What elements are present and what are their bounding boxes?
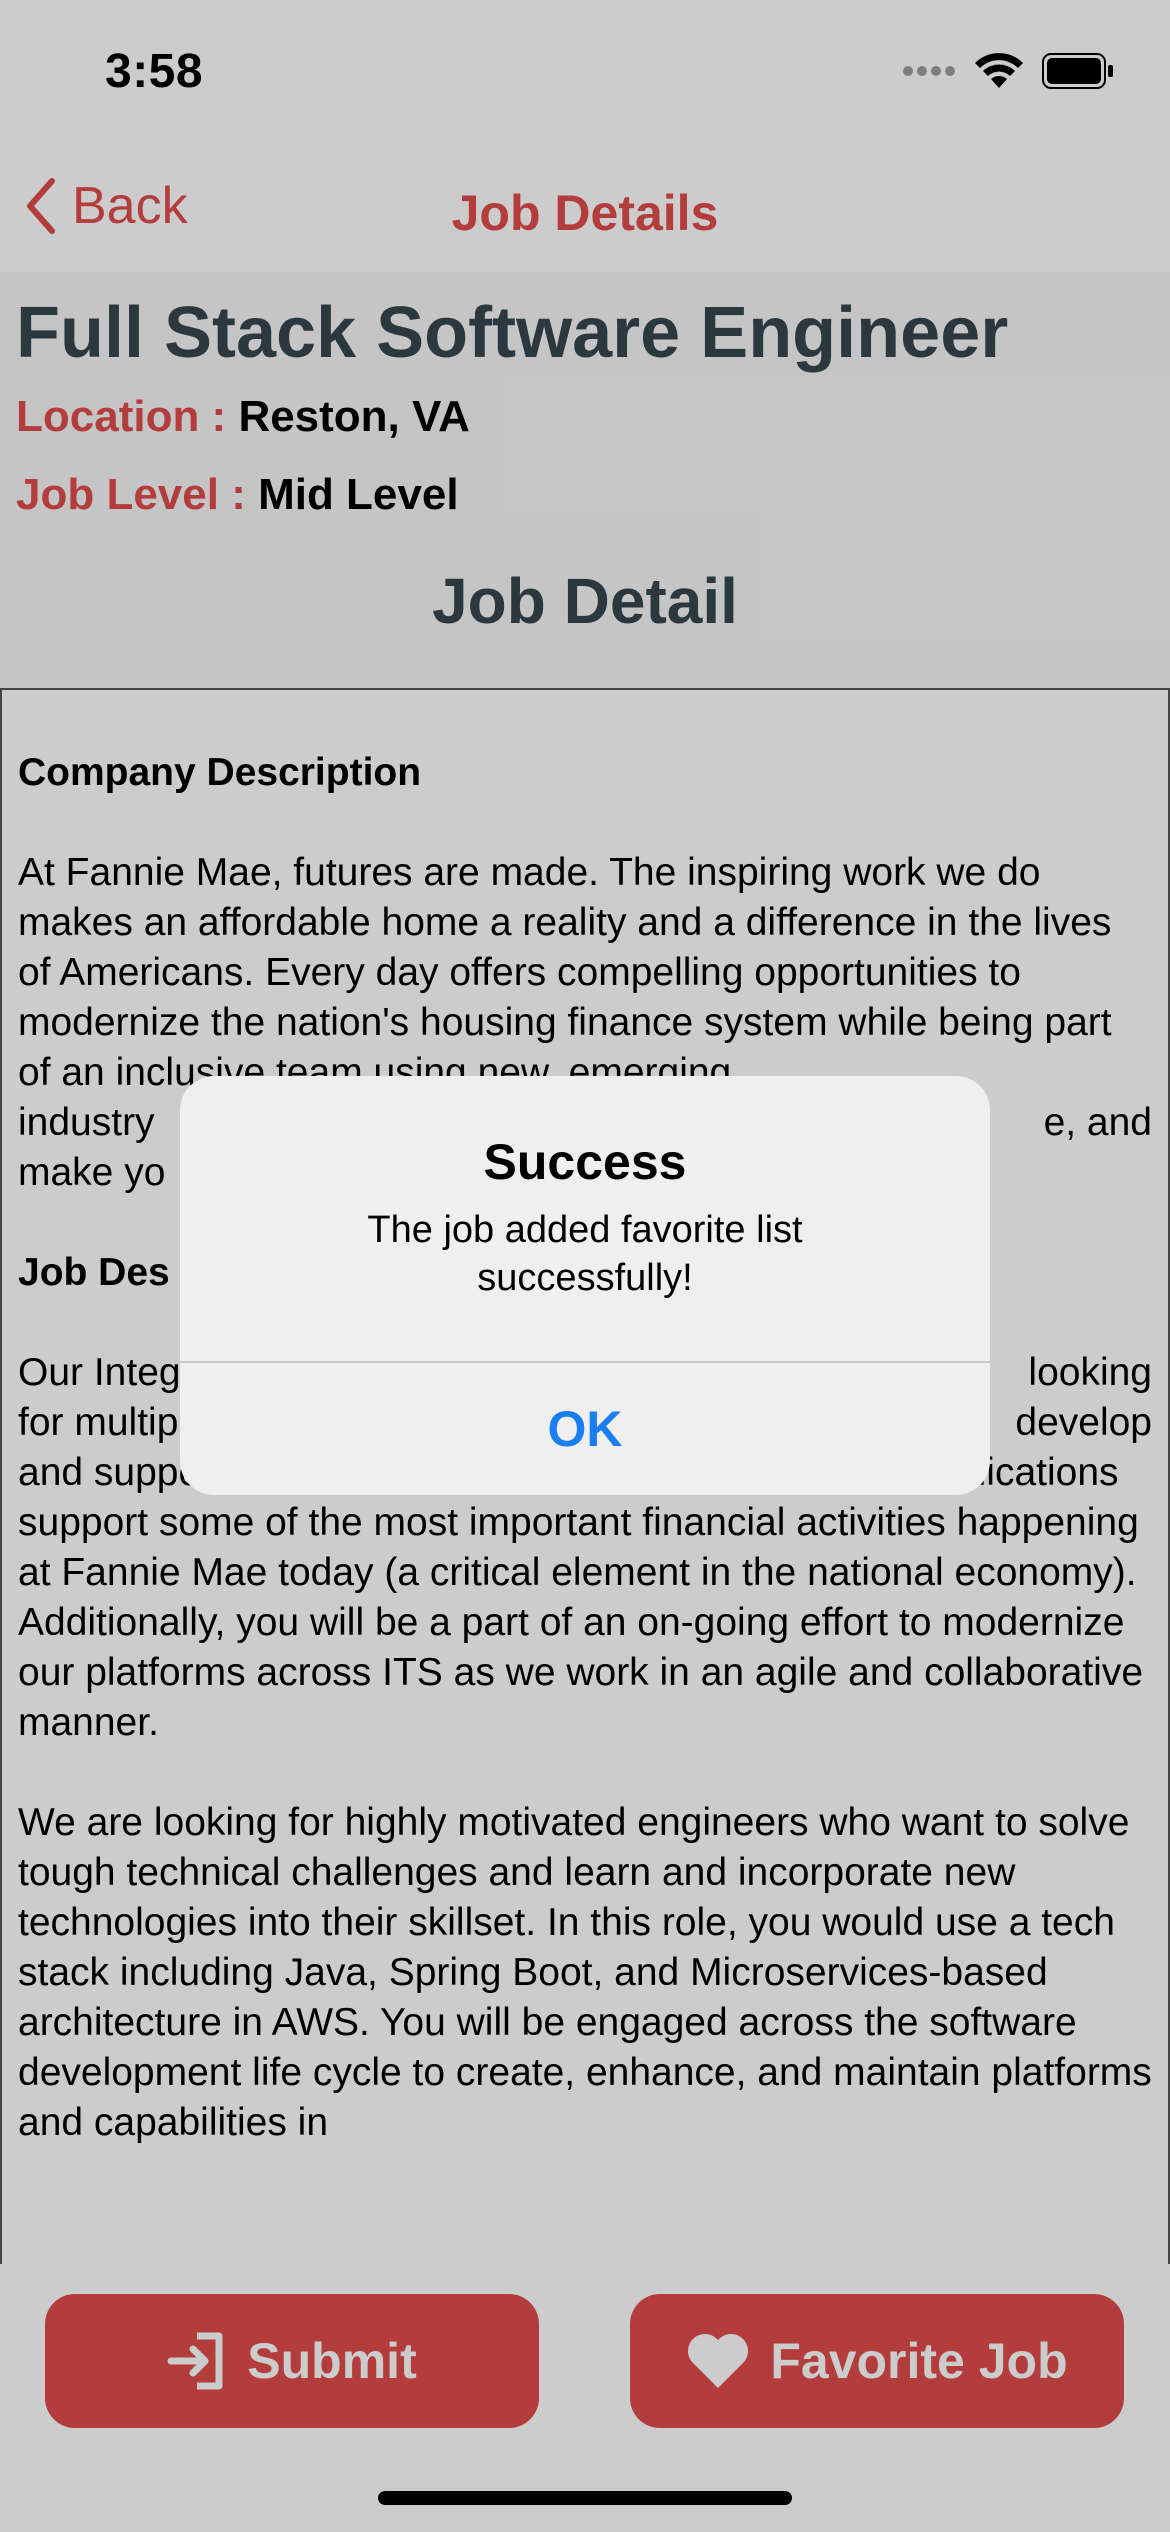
alert-title: Success bbox=[483, 1134, 687, 1190]
alert-message: The job added favorite list successfully… bbox=[367, 1209, 803, 1299]
success-alert: Success The job added favorite list succ… bbox=[180, 1076, 990, 1495]
alert-ok-button[interactable]: OK bbox=[180, 1363, 990, 1495]
